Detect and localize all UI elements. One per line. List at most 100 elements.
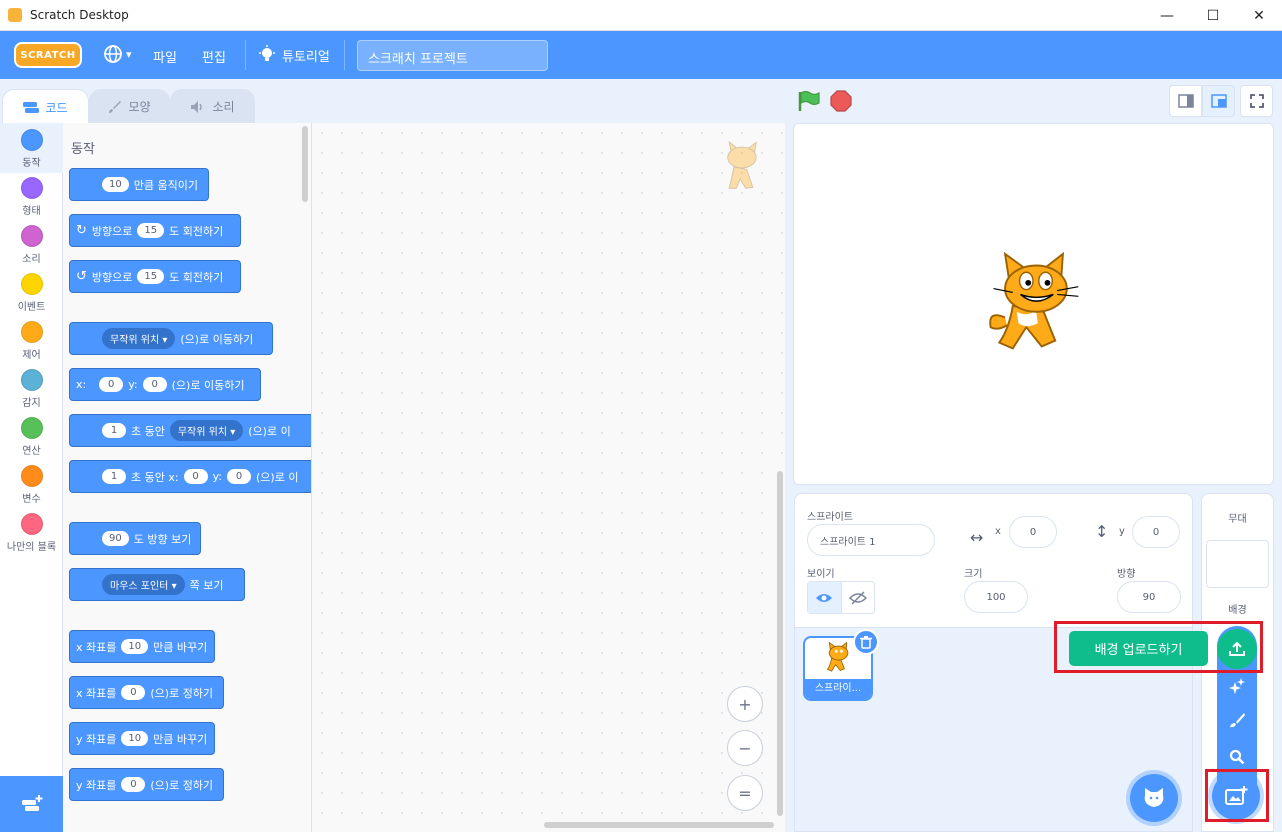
project-title-input[interactable]: 스크래치 프로젝트 xyxy=(357,40,548,71)
stage-title: 무대 xyxy=(1228,514,1247,525)
extensions-button[interactable] xyxy=(0,776,63,832)
large-stage-button[interactable] xyxy=(1202,85,1235,117)
green-flag-button[interactable] xyxy=(797,90,821,112)
size-input[interactable]: 100 xyxy=(964,581,1028,613)
window-title: Scratch Desktop xyxy=(30,8,129,22)
code-workspace[interactable]: + − = xyxy=(312,123,785,832)
delete-sprite-button[interactable] xyxy=(853,629,879,655)
stage-thumbnail[interactable] xyxy=(1206,540,1269,588)
tutorials-menu[interactable]: 튜토리얼 xyxy=(258,45,330,65)
block-input[interactable]: 10 xyxy=(102,177,129,192)
cat-sprite-icon[interactable] xyxy=(984,252,1084,358)
block-input[interactable]: 0 xyxy=(227,469,251,484)
block-input[interactable]: 0 xyxy=(121,777,146,792)
category-3[interactable]: 소리 xyxy=(0,225,63,265)
block-text: y: xyxy=(128,378,138,391)
category-6[interactable]: 감지 xyxy=(0,369,63,409)
zoom-reset-button[interactable]: = xyxy=(727,775,763,811)
language-menu[interactable]: ▾ xyxy=(103,44,132,64)
tutorials-label: 튜토리얼 xyxy=(282,49,330,65)
block-change-x[interactable]: x 좌표를 10 만큼 바꾸기 xyxy=(69,630,215,663)
close-button[interactable]: ✕ xyxy=(1236,0,1282,31)
category-2[interactable]: 형태 xyxy=(0,177,63,217)
block-input[interactable]: 0 xyxy=(99,377,124,392)
block-text: 도 방향 보기 xyxy=(133,532,192,546)
menu-bar: SCRATCH ▾ 파일 편집 튜토리얼 스크래치 프로젝트 xyxy=(0,31,1282,79)
y-input[interactable]: 0 xyxy=(1132,516,1180,548)
category-label: 이벤트 xyxy=(17,302,46,313)
file-menu[interactable]: 파일 xyxy=(153,47,177,66)
block-dropdown[interactable]: 무작위 위치 ▾ xyxy=(169,420,244,441)
block-input[interactable]: 1 xyxy=(102,423,126,438)
sparkle-icon xyxy=(1229,678,1245,694)
direction-input[interactable]: 90 xyxy=(1117,581,1181,613)
category-5[interactable]: 제어 xyxy=(0,321,63,361)
palette-scrollbar[interactable] xyxy=(302,126,308,202)
category-dot-icon xyxy=(20,465,43,487)
small-stage-button[interactable] xyxy=(1169,85,1202,117)
fullscreen-icon xyxy=(1249,94,1264,108)
menu-divider xyxy=(344,40,345,70)
block-goto[interactable]: 무작위 위치 ▾ (으)로 이동하기 xyxy=(69,322,273,355)
choose-sprite-button[interactable] xyxy=(1130,774,1178,822)
size-label: 크기 xyxy=(964,569,983,580)
block-input[interactable]: 15 xyxy=(137,223,165,238)
block-text: x 좌표를 xyxy=(76,686,117,700)
block-text: y 좌표를 xyxy=(76,778,117,792)
tab-costumes[interactable]: 모양 xyxy=(89,89,170,124)
category-4[interactable]: 이벤트 xyxy=(0,273,63,313)
block-move-steps[interactable]: 10 만큼 움직이기 xyxy=(69,168,209,201)
workspace-vscrollbar[interactable] xyxy=(777,471,783,816)
tab-code[interactable]: 코드 xyxy=(2,89,89,125)
block-input[interactable]: 10 xyxy=(121,639,149,654)
block-point-direction[interactable]: 90 도 방향 보기 xyxy=(69,522,201,555)
tab-sounds[interactable]: 소리 xyxy=(170,89,255,124)
scratch-logo[interactable]: SCRATCH xyxy=(14,42,82,68)
globe-icon xyxy=(104,45,122,63)
block-glide[interactable]: 1 초 동안 무작위 위치 ▾ (으)로 이 xyxy=(69,414,311,447)
fullscreen-button[interactable] xyxy=(1240,85,1273,117)
block-input[interactable]: 0 xyxy=(183,469,208,484)
block-set-y[interactable]: y 좌표를 0 (으)로 정하기 xyxy=(69,768,224,801)
category-8[interactable]: 변수 xyxy=(0,465,63,505)
category-7[interactable]: 연산 xyxy=(0,417,63,457)
edit-menu[interactable]: 편집 xyxy=(202,47,226,66)
search-backdrop-button[interactable] xyxy=(1222,744,1252,770)
block-text: 도 회전하기 xyxy=(169,224,224,238)
sprite-name-input[interactable]: 스프라이트 1 xyxy=(807,524,935,556)
hide-sprite-button[interactable] xyxy=(842,582,875,613)
block-text: 도 회전하기 xyxy=(169,270,224,284)
zoom-in-button[interactable]: + xyxy=(727,686,763,722)
show-sprite-button[interactable] xyxy=(808,582,842,613)
maximize-button[interactable]: ☐ xyxy=(1190,0,1236,31)
block-input[interactable]: 0 xyxy=(121,685,146,700)
block-input[interactable]: 0 xyxy=(142,377,167,392)
block-goto-xy[interactable]: x: 0 y: 0 (으)로 이동하기 xyxy=(69,368,261,401)
block-input[interactable]: 10 xyxy=(121,731,149,746)
zoom-out-button[interactable]: − xyxy=(727,730,763,766)
category-menu: 동작형태소리이벤트제어감지연산변수나만의 블록 xyxy=(0,123,63,832)
block-dropdown[interactable]: 마우스 포인터 ▾ xyxy=(102,574,185,595)
block-turn-left[interactable]: ↺ 방향으로 15 도 회전하기 xyxy=(69,260,241,293)
category-9[interactable]: 나만의 블록 xyxy=(0,513,63,553)
x-input[interactable]: 0 xyxy=(1009,516,1057,548)
paint-backdrop-button[interactable] xyxy=(1222,707,1252,733)
block-change-y[interactable]: y 좌표를 10 만큼 바꾸기 xyxy=(69,722,215,755)
workspace-hscrollbar[interactable] xyxy=(544,822,774,828)
minimize-button[interactable]: — xyxy=(1144,0,1190,31)
block-input[interactable]: 90 xyxy=(102,531,129,546)
stage-canvas[interactable] xyxy=(793,123,1274,485)
block-input[interactable]: 1 xyxy=(102,469,126,484)
block-dropdown[interactable]: 무작위 위치 ▾ xyxy=(102,328,176,349)
surprise-backdrop-button[interactable] xyxy=(1222,673,1252,699)
stop-icon xyxy=(830,90,852,112)
block-input[interactable]: 15 xyxy=(137,269,165,284)
block-text: y: xyxy=(212,470,222,483)
block-glide-xy[interactable]: 1 초 동안 x: 0 y: 0 (으)로 이 xyxy=(69,460,311,493)
block-set-x[interactable]: x 좌표를 0 (으)로 정하기 xyxy=(69,676,224,709)
stop-button[interactable] xyxy=(830,90,852,112)
category-label: 연산 xyxy=(22,446,41,457)
category-1[interactable]: 동작 xyxy=(0,129,63,169)
block-point-towards[interactable]: 마우스 포인터 ▾ 쪽 보기 xyxy=(69,568,245,601)
block-turn-right[interactable]: ↻ 방향으로 15 도 회전하기 xyxy=(69,214,241,247)
